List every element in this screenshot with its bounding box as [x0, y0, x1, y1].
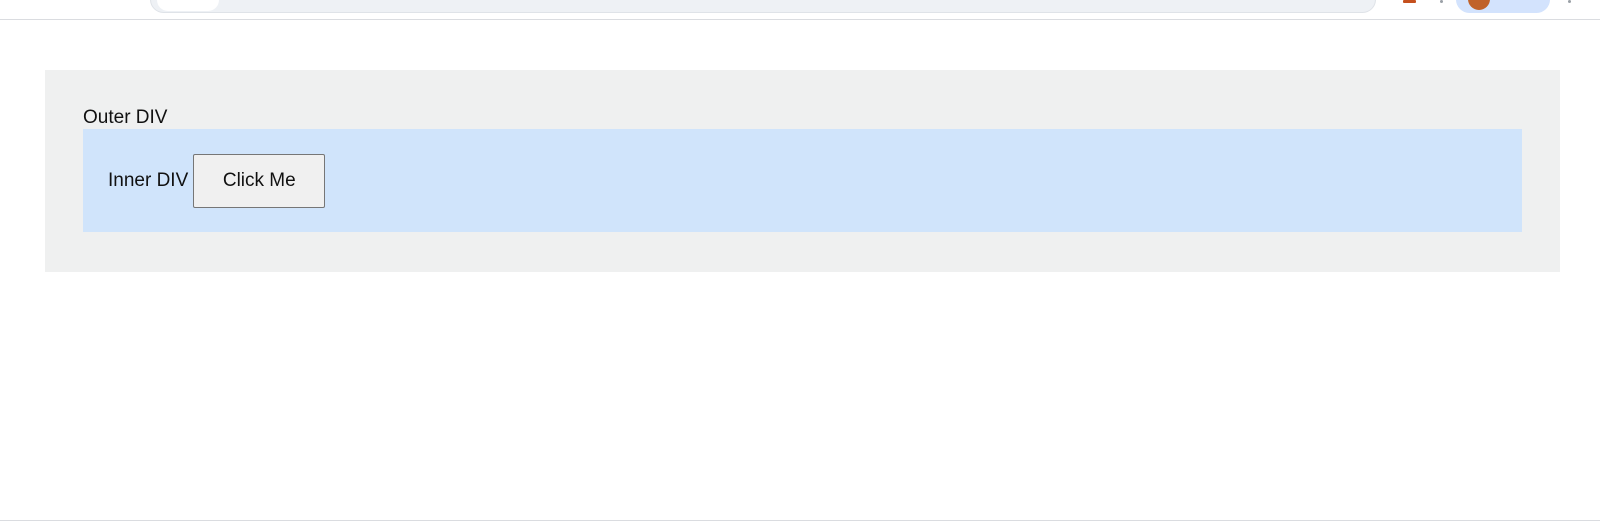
separator-dot-icon	[1440, 0, 1443, 3]
profile-button[interactable]	[1456, 0, 1550, 13]
site-info-chip[interactable]	[157, 0, 219, 11]
address-bar[interactable]	[150, 0, 1376, 13]
extension-icon[interactable]	[1403, 0, 1416, 3]
click-me-button[interactable]: Click Me	[193, 153, 326, 208]
menu-icon[interactable]	[1568, 0, 1571, 3]
outer-div-label: Outer DIV	[83, 107, 168, 128]
browser-toolbar	[0, 0, 1600, 20]
outer-div: Outer DIV Inner DIV Click Me	[45, 70, 1560, 272]
inner-div: Inner DIV Click Me	[83, 129, 1522, 232]
page-bottom-border	[0, 520, 1600, 521]
inner-div-label: Inner DIV	[108, 169, 189, 191]
avatar-icon	[1468, 0, 1490, 10]
